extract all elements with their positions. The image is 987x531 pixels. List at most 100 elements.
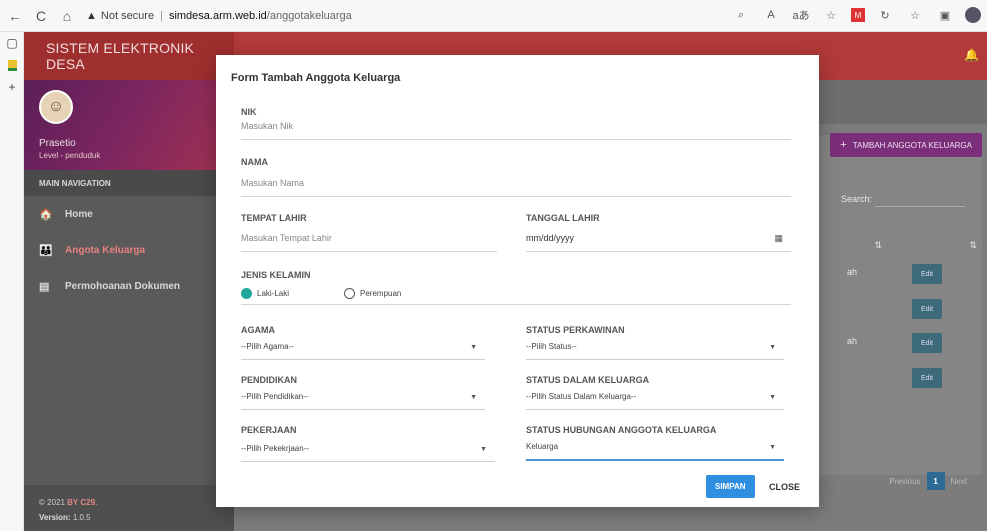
edit-button[interactable]: Edit bbox=[912, 333, 942, 353]
footer-by: BY C29. bbox=[67, 498, 98, 507]
nav-header: MAIN NAVIGATION bbox=[24, 170, 234, 196]
read-aloud-icon[interactable]: A bbox=[761, 5, 781, 25]
footer-version-label: Version: bbox=[39, 513, 71, 522]
footer-version: 1.0.5 bbox=[72, 513, 91, 522]
pendidikan-select[interactable]: --Pilih Pendidikan-- ▼ bbox=[241, 392, 485, 410]
divider bbox=[241, 304, 791, 305]
browser-actions: ⌕ A aあ ☆ M ↻ ☆ ▣ bbox=[731, 5, 981, 25]
refresh-icon[interactable]: ↻ bbox=[875, 5, 895, 25]
status-keluarga-select[interactable]: --Pilih Status Dalam Keluarga-- ▼ bbox=[526, 392, 784, 410]
pager-current[interactable]: 1 bbox=[926, 472, 945, 490]
radio-perempuan[interactable]: Perempuan bbox=[344, 288, 401, 299]
tempat-lahir-label: TEMPAT LAHIR bbox=[241, 213, 307, 223]
nik-label: NIK bbox=[241, 107, 257, 117]
footer-copyright: © 2021 bbox=[39, 498, 65, 507]
edit-button[interactable]: Edit bbox=[912, 368, 942, 388]
pager-previous[interactable]: Previous bbox=[889, 477, 920, 486]
document-icon: ▤ bbox=[39, 280, 50, 293]
tempat-lahir-input[interactable]: Masukan Tempat Lahir bbox=[241, 233, 497, 252]
table-cell-fragment: ah bbox=[846, 336, 857, 346]
back-icon[interactable]: ← bbox=[4, 5, 26, 27]
url-host: simdesa.arm.web.id bbox=[168, 9, 267, 22]
nik-input[interactable]: Masukan Nik bbox=[241, 121, 791, 140]
tab-actions-icon[interactable]: ▢ bbox=[0, 32, 24, 54]
pekerjaan-label: PEKERJAAN bbox=[241, 425, 297, 435]
sidebar-item-label: Permohoanan Dokumen bbox=[65, 280, 181, 292]
sidebar: ☺ Prasetio Level - penduduk MAIN NAVIGAT… bbox=[24, 80, 234, 531]
edit-button[interactable]: Edit bbox=[912, 299, 942, 319]
favorite-icon[interactable]: ☆ bbox=[821, 5, 841, 25]
search-icon[interactable]: ⌕ bbox=[731, 5, 751, 25]
bell-icon[interactable]: 🔔 bbox=[964, 48, 979, 62]
sidebar-footer: © 2021 BY C29. Version: 1.0.5 bbox=[24, 485, 234, 531]
pendidikan-value: --Pilih Pendidikan-- bbox=[241, 392, 309, 401]
jenis-kelamin-label: JENIS KELAMIN bbox=[241, 270, 311, 280]
home-icon[interactable]: ⌂ bbox=[56, 5, 78, 27]
home-icon: 🏠 bbox=[39, 208, 53, 221]
tanggal-lahir-label: TANGGAL LAHIR bbox=[526, 213, 600, 223]
chevron-down-icon: ▼ bbox=[470, 344, 477, 351]
brand-logo[interactable]: SISTEM ELEKTRONIK DESA bbox=[24, 32, 234, 80]
chevron-down-icon: ▼ bbox=[470, 394, 477, 401]
new-tab-icon[interactable]: + bbox=[0, 76, 24, 98]
collections-icon[interactable]: ▣ bbox=[935, 5, 955, 25]
perkawinan-select[interactable]: --Pilih Status-- ▼ bbox=[526, 342, 784, 360]
agama-value: --Pilih Agama-- bbox=[241, 342, 294, 351]
perkawinan-value: --Pilih Status-- bbox=[526, 342, 577, 351]
sidebar-item-label: Angota Keluarga bbox=[65, 244, 146, 256]
agama-label: AGAMA bbox=[241, 325, 275, 335]
plus-icon: + bbox=[840, 139, 847, 151]
add-family-member-modal: Form Tambah Anggota Keluarga NIK Masukan… bbox=[216, 55, 819, 507]
address-bar[interactable]: ▲ Not secure | simdesa.arm.web.id/anggot… bbox=[86, 10, 352, 22]
calendar-icon[interactable]: ▦ bbox=[774, 233, 783, 244]
nama-input[interactable]: Masukan Nama bbox=[241, 178, 791, 197]
user-panel: ☺ Prasetio Level - penduduk bbox=[24, 80, 234, 170]
status-keluarga-label: STATUS DALAM KELUARGA bbox=[526, 375, 650, 385]
modal-title: Form Tambah Anggota Keluarga bbox=[231, 72, 401, 84]
search-label: Search: bbox=[840, 194, 872, 204]
add-button-label: TAMBAH ANGGOTA KELUARGA bbox=[852, 140, 972, 150]
hubungan-select[interactable]: Keluarga ▼ bbox=[526, 442, 784, 461]
translate-icon[interactable]: aあ bbox=[791, 5, 811, 25]
profile-icon[interactable] bbox=[965, 7, 981, 23]
security-label: Not secure bbox=[100, 9, 155, 22]
sidebar-item-home[interactable]: 🏠 Home bbox=[24, 196, 234, 232]
nama-label: NAMA bbox=[241, 157, 268, 167]
hubungan-value: Keluarga bbox=[526, 442, 559, 451]
table-cell-fragment: ah bbox=[846, 267, 857, 277]
sidebar-item-anggota-keluarga[interactable]: 👪 Angota Keluarga bbox=[24, 232, 234, 268]
sidebar-item-permohonan-dokumen[interactable]: ▤ Permohoanan Dokumen bbox=[24, 268, 234, 304]
tanggal-lahir-input[interactable]: mm/dd/yyyy ▦ bbox=[526, 233, 791, 252]
browser-toolbar: ← C ⌂ ▲ Not secure | simdesa.arm.web.id /… bbox=[0, 0, 987, 32]
simpan-button[interactable]: SIMPAN bbox=[706, 475, 755, 498]
address-separator: | bbox=[160, 9, 163, 22]
radio-label: Perempuan bbox=[360, 289, 402, 298]
pager-next[interactable]: Next bbox=[951, 477, 967, 486]
radio-selected-icon bbox=[241, 288, 252, 299]
chevron-down-icon: ▼ bbox=[480, 446, 487, 453]
url-path: /anggotakeluarga bbox=[266, 9, 352, 22]
tab-favicon-icon[interactable] bbox=[0, 54, 24, 76]
chevron-down-icon: ▼ bbox=[769, 344, 776, 351]
add-family-member-button[interactable]: + TAMBAH ANGGOTA KELUARGA bbox=[830, 133, 982, 157]
chevron-down-icon: ▼ bbox=[769, 394, 776, 401]
hubungan-label: STATUS HUBUNGAN ANGGOTA KELUARGA bbox=[526, 425, 717, 435]
pekerjaan-select[interactable]: --Pilih Pekekrjaan-- ▼ bbox=[241, 444, 495, 462]
family-icon: 👪 bbox=[39, 244, 53, 257]
refresh-icon[interactable]: C bbox=[30, 5, 52, 27]
radio-unselected-icon bbox=[344, 288, 355, 299]
sort-icon[interactable]: ⇅ bbox=[969, 240, 977, 251]
sort-icon[interactable]: ⇅ bbox=[874, 240, 882, 251]
close-button[interactable]: CLOSE bbox=[769, 475, 800, 498]
favorites-icon[interactable]: ☆ bbox=[905, 5, 925, 25]
avatar: ☺ bbox=[39, 90, 73, 124]
warning-icon: ▲ bbox=[86, 9, 97, 22]
edit-button[interactable]: Edit bbox=[912, 264, 942, 284]
radio-laki-laki[interactable]: Laki-Laki bbox=[241, 288, 289, 299]
pendidikan-label: PENDIDIKAN bbox=[241, 375, 298, 385]
search-input[interactable] bbox=[875, 206, 965, 207]
sidebar-item-label: Home bbox=[65, 208, 93, 220]
extension-icon[interactable]: M bbox=[851, 8, 865, 22]
date-placeholder: mm/dd/yyyy bbox=[526, 233, 575, 243]
agama-select[interactable]: --Pilih Agama-- ▼ bbox=[241, 342, 485, 360]
